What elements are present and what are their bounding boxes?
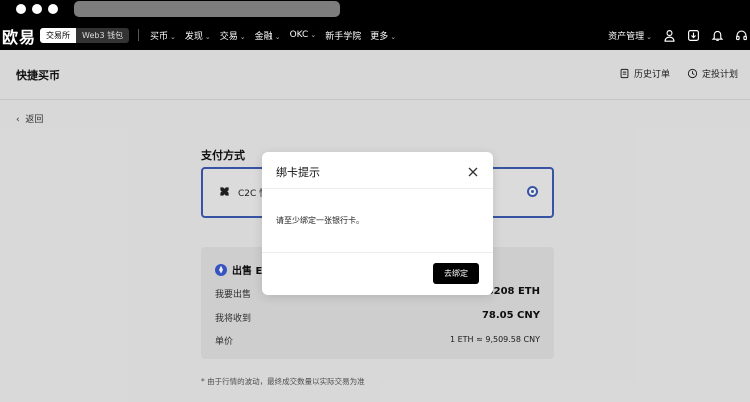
window-close-dot[interactable] xyxy=(16,4,26,14)
dialog-message: 请至少绑定一张银行卡。 xyxy=(276,216,364,225)
tab-web3-wallet[interactable]: Web3 钱包 xyxy=(76,28,130,43)
chevron-down-icon: ⌄ xyxy=(170,32,176,41)
menu-okc[interactable]: OKC ⌄ xyxy=(290,30,317,40)
address-bar[interactable] xyxy=(74,1,340,17)
browser-chrome xyxy=(0,0,750,20)
logo[interactable]: 欧易 xyxy=(2,24,36,48)
nav-right: 资产管理 ⌄ xyxy=(608,20,750,50)
menu-asset-management[interactable]: 资产管理 ⌄ xyxy=(608,29,652,42)
menu-trade[interactable]: 交易 ⌄ xyxy=(220,29,246,42)
download-icon[interactable] xyxy=(686,28,700,42)
menu-buy-crypto[interactable]: 买币 ⌄ xyxy=(150,29,176,42)
dialog-divider xyxy=(262,252,493,253)
window-minimize-dot[interactable] xyxy=(32,4,42,14)
go-bind-button[interactable]: 去绑定 xyxy=(433,263,479,284)
chevron-down-icon: ⌄ xyxy=(274,32,281,41)
bind-card-dialog: 绑卡提示 请至少绑定一张银行卡。 去绑定 xyxy=(262,152,493,295)
dialog-title: 绑卡提示 xyxy=(276,166,320,179)
menu-beginners[interactable]: 新手学院 xyxy=(325,29,361,42)
dialog-divider xyxy=(262,188,493,189)
chevron-down-icon: ⌄ xyxy=(390,32,397,41)
top-nav: 欧易 交易所 Web3 钱包 买币 ⌄ 发现 ⌄ 交易 ⌄ 金融 ⌄ OKC ⌄ 新手学院… xyxy=(0,20,750,50)
menu-discover[interactable]: 发现 ⌄ xyxy=(185,29,211,42)
chevron-down-icon: ⌄ xyxy=(239,32,246,41)
product-switcher: 交易所 Web3 钱包 xyxy=(40,28,130,43)
main-menu: 买币 ⌄ 发现 ⌄ 交易 ⌄ 金融 ⌄ OKC ⌄ 新手学院 更多 ⌄ xyxy=(150,20,405,50)
chevron-down-icon: ⌄ xyxy=(646,32,652,41)
nav-divider xyxy=(138,29,139,41)
menu-finance[interactable]: 金融 ⌄ xyxy=(255,29,281,42)
headset-icon[interactable] xyxy=(734,28,748,42)
tab-exchange[interactable]: 交易所 xyxy=(40,28,76,43)
user-icon[interactable] xyxy=(662,28,676,42)
chevron-down-icon: ⌄ xyxy=(204,32,211,41)
close-icon[interactable] xyxy=(467,163,479,177)
menu-more[interactable]: 更多 ⌄ xyxy=(370,29,396,42)
chevron-down-icon: ⌄ xyxy=(310,31,317,39)
window-maximize-dot[interactable] xyxy=(48,4,58,14)
bell-icon[interactable] xyxy=(710,28,724,42)
